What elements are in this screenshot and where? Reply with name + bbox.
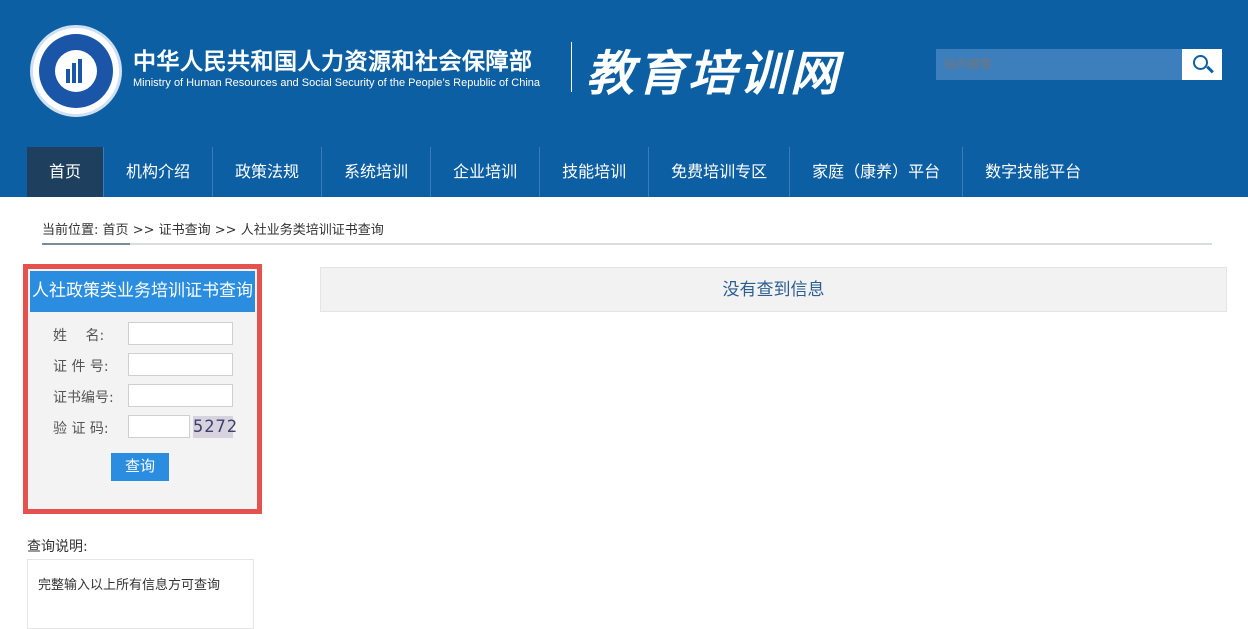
logo-ring <box>39 34 113 108</box>
id-number-row: 证 件 号: <box>28 353 257 377</box>
name-input[interactable] <box>128 322 233 345</box>
nav-item-system-training[interactable]: 系统培训 <box>322 147 432 197</box>
instructions-box: 完整输入以上所有信息方可查询 <box>27 559 254 629</box>
nav-item-family-care[interactable]: 家庭（康养）平台 <box>790 147 964 197</box>
header-divider <box>571 42 572 92</box>
main-nav: 首页 机构介绍 政策法规 系统培训 企业培训 技能培训 免费培训专区 家庭（康养… <box>27 147 1103 197</box>
site-header: 中华人民共和国人力资源和社会保障部 Ministry of Human Reso… <box>0 0 1248 197</box>
ministry-name-en: Ministry of Human Resources and Social S… <box>133 77 540 89</box>
site-title: 教育培训网 <box>586 46 842 102</box>
captcha-input[interactable] <box>128 415 190 438</box>
nav-item-home[interactable]: 首页 <box>27 147 105 197</box>
instructions-text: 完整输入以上所有信息方可查询 <box>38 578 221 593</box>
cert-number-row: 证书编号: <box>28 384 257 408</box>
breadcrumb-separator: >> <box>214 223 237 238</box>
nav-item-digital-skills[interactable]: 数字技能平台 <box>963 147 1103 197</box>
name-row: 姓 名: <box>28 322 257 346</box>
breadcrumb-home[interactable]: 首页 <box>103 223 129 238</box>
breadcrumb-underline <box>42 243 1212 245</box>
nav-item-skills-training[interactable]: 技能培训 <box>540 147 650 197</box>
nav-item-policy[interactable]: 政策法规 <box>213 147 323 197</box>
site-search-input[interactable] <box>936 49 1182 80</box>
name-label: 姓 名: <box>53 328 105 344</box>
certificate-query-panel: 人社政策类业务培训证书查询 姓 名: 证 件 号: 证书编号: 验 证 码: 5… <box>23 264 262 514</box>
result-message: 没有查到信息 <box>320 267 1227 312</box>
id-number-input[interactable] <box>128 353 233 376</box>
cert-number-label: 证书编号: <box>53 390 114 406</box>
nav-item-free-training[interactable]: 免费培训专区 <box>649 147 791 197</box>
captcha-row: 验 证 码: 5272 <box>28 415 257 439</box>
search-button[interactable] <box>1182 49 1222 80</box>
breadcrumb-prefix: 当前位置: <box>42 223 99 238</box>
query-button[interactable]: 查询 <box>111 453 169 481</box>
captcha-label: 验 证 码: <box>53 421 109 437</box>
nav-item-about[interactable]: 机构介绍 <box>104 147 214 197</box>
breadcrumb-separator: >> <box>132 223 155 238</box>
panel-title: 人社政策类业务培训证书查询 <box>30 271 255 312</box>
cert-number-input[interactable] <box>128 384 233 407</box>
breadcrumb: 当前位置: 首页 >> 证书查询 >> 人社业务类培训证书查询 <box>42 219 384 238</box>
nav-item-enterprise-training[interactable]: 企业培训 <box>431 147 541 197</box>
logo-emblem-icon <box>55 50 97 92</box>
breadcrumb-current: 人社业务类培训证书查询 <box>240 223 384 238</box>
breadcrumb-cert-query[interactable]: 证书查询 <box>159 223 211 238</box>
instructions-title: 查询说明: <box>27 539 88 555</box>
captcha-image[interactable]: 5272 <box>193 416 237 438</box>
ministry-logo[interactable] <box>30 25 122 117</box>
ministry-name-cn: 中华人民共和国人力资源和社会保障部 <box>133 49 533 75</box>
id-number-label: 证 件 号: <box>53 359 109 375</box>
